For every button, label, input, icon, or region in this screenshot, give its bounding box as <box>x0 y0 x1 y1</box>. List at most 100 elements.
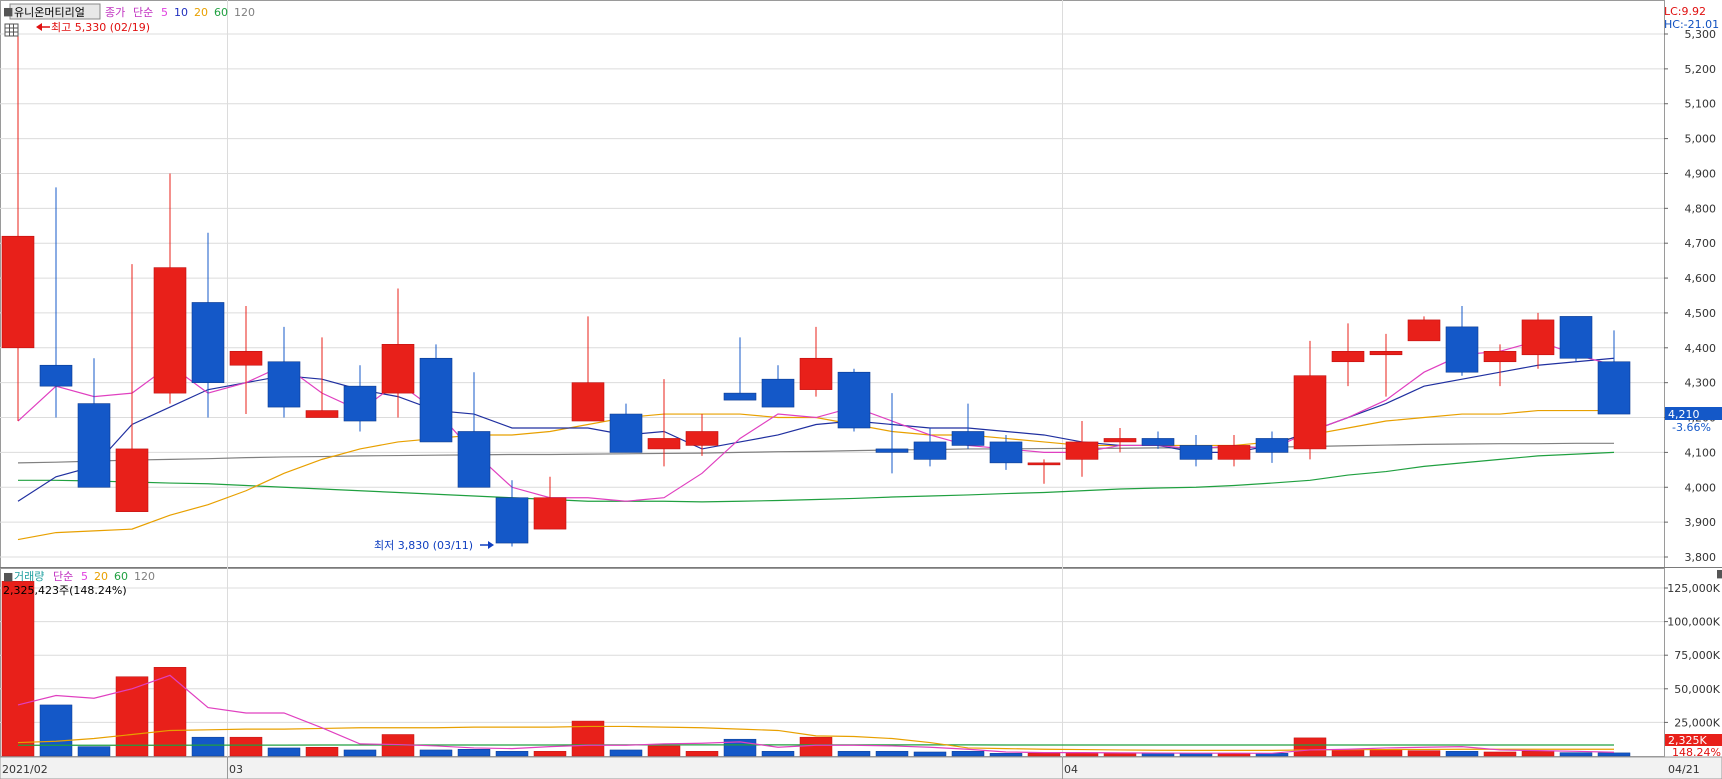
volume-bar <box>647 745 681 757</box>
volume-bar <box>305 747 339 757</box>
candle-body <box>837 371 871 429</box>
legend-item: 거래량 <box>14 570 44 583</box>
price-tick-label: 4,400 <box>1685 342 1717 355</box>
volume-bar <box>837 751 871 757</box>
x-axis-strip <box>0 756 1722 779</box>
volume-bar <box>1 581 35 757</box>
price-tick-label: 3,800 <box>1685 551 1717 564</box>
candle-body <box>1293 375 1327 450</box>
price-tick-label: 4,800 <box>1685 202 1717 215</box>
candle-body <box>609 413 643 453</box>
candle-body <box>875 448 909 453</box>
volume-bar <box>229 736 263 757</box>
volume-bar <box>1559 752 1593 757</box>
candle-body <box>1521 319 1555 356</box>
legend-item: 20 <box>194 6 208 19</box>
candle-body <box>1407 319 1441 342</box>
candle-body <box>1369 350 1403 356</box>
candle-body <box>1597 361 1631 415</box>
volume-bar <box>799 736 833 757</box>
volume-bar <box>495 751 529 757</box>
candle-body <box>799 357 833 390</box>
volume-bar <box>1103 753 1137 757</box>
volume-bar <box>1369 749 1403 757</box>
candle-body <box>495 497 529 544</box>
change-pct: -3.66% <box>1672 421 1711 434</box>
x-label-start: 2021/02 <box>2 763 48 776</box>
x-label-end: 04/21 <box>1668 763 1700 776</box>
stock-name: 유니온머티리얼 <box>14 5 85 19</box>
volume-bar <box>989 753 1023 757</box>
candle-body <box>39 364 73 387</box>
candle-body <box>1 235 35 349</box>
price-tick-label: 4,500 <box>1685 307 1717 320</box>
candle-body <box>1141 438 1175 446</box>
volume-bar <box>1027 753 1061 757</box>
volume-tick-label: 125,000K <box>1667 582 1720 595</box>
table-icon[interactable] <box>4 23 19 37</box>
candle-body <box>951 431 985 446</box>
legend-item: 단순 <box>133 6 153 19</box>
volume-bar <box>77 746 111 757</box>
volume-bar <box>1407 750 1441 757</box>
volume-tick-label: 25,000K <box>1674 716 1720 729</box>
volume-bar <box>1597 752 1631 757</box>
legend-item: 20 <box>94 570 108 583</box>
high-label: 최고 5,330 (02/19) <box>51 21 150 34</box>
legend-item: 120 <box>234 6 255 19</box>
volume-pct: 148.24% <box>1672 746 1721 759</box>
candle-body <box>191 302 225 383</box>
legend-item: 60 <box>114 570 128 583</box>
price-tick-label: 4,700 <box>1685 237 1717 250</box>
price-tick-label: 5,100 <box>1685 98 1717 111</box>
price-tick-label: 4,300 <box>1685 377 1717 390</box>
volume-tick-label: 75,000K <box>1674 649 1720 662</box>
candle-body <box>723 392 757 401</box>
candle-body <box>457 431 491 488</box>
x-label-march: 03 <box>229 763 243 776</box>
volume-bar <box>191 736 225 757</box>
volume-legend: 거래량 단순 5 20 60 120 <box>14 570 155 583</box>
volume-bar <box>39 704 73 757</box>
volume-bar <box>343 749 377 757</box>
legend-item: 단순 <box>53 570 73 583</box>
candle-body <box>761 378 795 408</box>
price-tick-label: 3,900 <box>1685 516 1717 529</box>
x-label-april: 04 <box>1064 763 1078 776</box>
legend-item: 120 <box>134 570 155 583</box>
candle-body <box>343 385 377 422</box>
candle-body <box>1065 441 1099 460</box>
volume-bar <box>153 667 187 757</box>
volume-bar <box>1521 751 1555 757</box>
volume-bar <box>951 751 985 757</box>
lc-value: LC:9.92 <box>1664 5 1706 18</box>
volume-tick-label: 50,000K <box>1674 683 1720 696</box>
candle-body <box>571 382 605 422</box>
candle-body <box>1217 445 1251 460</box>
candle-body <box>305 410 339 418</box>
volume-tick-label: 100,000K <box>1667 616 1720 629</box>
price-tick-label: 4,000 <box>1685 481 1717 494</box>
candle-body <box>685 431 719 446</box>
candle-body <box>229 350 263 366</box>
panel-marker-right: ■ <box>1716 567 1722 580</box>
volume-bar <box>685 751 719 757</box>
price-tick-label: 4,600 <box>1685 272 1717 285</box>
volume-bar <box>761 751 795 757</box>
candle-body <box>533 497 567 530</box>
price-tick-label: 5,000 <box>1685 133 1717 146</box>
panel-marker-price: ■ <box>3 5 13 18</box>
volume-bar <box>457 749 491 757</box>
candle-body <box>381 344 415 394</box>
volume-bar <box>419 749 453 757</box>
legend-item: 5 <box>81 570 88 583</box>
volume-bar <box>267 747 301 757</box>
volume-bar <box>1141 753 1175 757</box>
hc-value: HC:-21.01 <box>1664 18 1719 31</box>
candle-body <box>77 403 111 488</box>
candle-body <box>153 267 187 394</box>
volume-bar <box>1483 751 1517 757</box>
candle-body <box>1179 445 1213 460</box>
candle-body <box>267 361 301 408</box>
candle-body <box>1483 350 1517 363</box>
